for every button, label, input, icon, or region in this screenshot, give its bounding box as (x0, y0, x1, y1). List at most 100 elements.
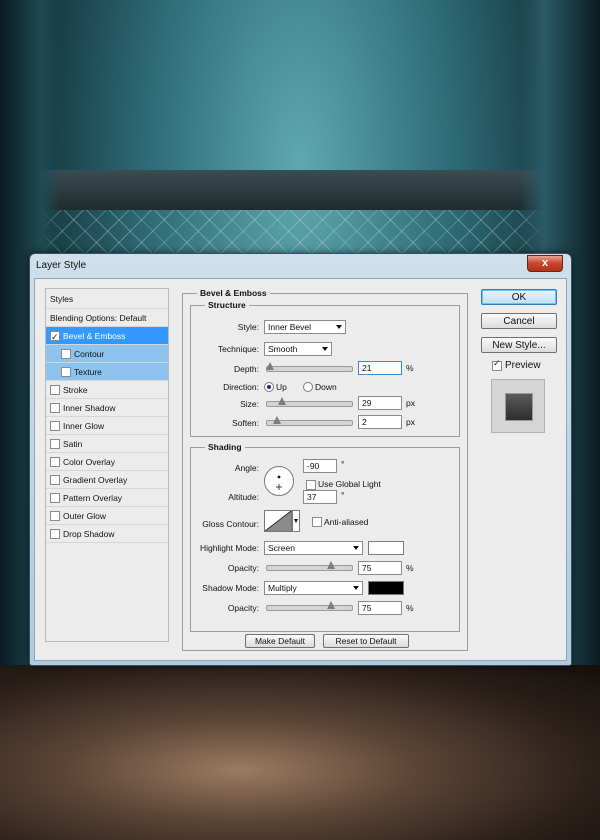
soften-label: Soften: (232, 418, 259, 428)
style-item-stroke[interactable]: Stroke (46, 381, 168, 399)
preview-label: Preview (505, 360, 541, 371)
highlight-mode-dropdown[interactable]: Screen (264, 541, 363, 555)
direction-down-label: Down (315, 382, 337, 392)
angle-unit: ° (341, 459, 345, 469)
cancel-button[interactable]: Cancel (481, 313, 557, 329)
bevel-emboss-checkbox[interactable] (50, 328, 60, 346)
inner-shadow-checkbox[interactable] (50, 403, 60, 413)
gloss-contour-dropdown[interactable] (292, 510, 300, 532)
highlight-opacity-label: Opacity: (227, 563, 259, 573)
altitude-unit: ° (341, 490, 345, 500)
pattern-overlay-checkbox[interactable] (50, 493, 60, 503)
inner-glow-checkbox[interactable] (50, 421, 60, 431)
style-item-pattern-overlay[interactable]: Pattern Overlay (46, 489, 168, 507)
style-label: Style: (237, 322, 259, 332)
title-bar[interactable]: Layer Style x (30, 254, 571, 278)
preview-checkbox[interactable] (492, 358, 502, 371)
style-item-contour[interactable]: Contour (46, 345, 168, 363)
chevron-down-icon (353, 586, 359, 590)
direction-up-radio[interactable] (264, 382, 274, 392)
size-label: Size: (240, 399, 259, 409)
style-item-satin[interactable]: Satin (46, 435, 168, 453)
anti-aliased-checkbox[interactable] (312, 517, 322, 527)
technique-label: Technique: (217, 344, 259, 354)
style-item-gradient-overlay[interactable]: Gradient Overlay (46, 471, 168, 489)
highlight-color-swatch[interactable] (368, 541, 404, 555)
angle-input[interactable]: -90 (303, 459, 337, 473)
shadow-mode-label: Shadow Mode: (202, 583, 259, 593)
gloss-contour-label: Gloss Contour: (202, 519, 259, 529)
shading-group: Shading Angle: -90 ° Use Global Light Al… (190, 442, 460, 632)
slider-thumb[interactable] (273, 416, 281, 424)
satin-checkbox[interactable] (50, 439, 60, 449)
chevron-down-icon (336, 325, 342, 329)
shadow-opacity-slider[interactable] (266, 601, 353, 611)
close-button[interactable]: x (527, 255, 563, 272)
direction-down-radio[interactable] (303, 382, 313, 392)
gradient-overlay-checkbox[interactable] (50, 475, 60, 485)
color-overlay-checkbox[interactable] (50, 457, 60, 467)
style-item-inner-shadow[interactable]: Inner Shadow (46, 399, 168, 417)
size-input[interactable]: 29 (358, 396, 402, 410)
altitude-input[interactable]: 37 (303, 490, 337, 504)
style-item-outer-glow[interactable]: Outer Glow (46, 507, 168, 525)
slider-thumb[interactable] (266, 362, 274, 370)
angle-label: Angle: (234, 463, 259, 473)
outer-glow-checkbox[interactable] (50, 511, 60, 521)
chevron-down-icon (294, 519, 298, 523)
anti-aliased-label: Anti-aliased (324, 517, 369, 527)
bevel-emboss-group: Bevel & Emboss Structure Style: Inner Be… (182, 288, 468, 651)
soften-slider[interactable] (266, 416, 353, 426)
technique-dropdown[interactable]: Smooth (264, 342, 332, 356)
styles-list: Styles Blending Options: Default Bevel &… (45, 288, 169, 642)
background-fists (0, 665, 600, 840)
preview-swatch (505, 393, 533, 421)
depth-unit: % (406, 363, 414, 373)
structure-group: Structure Style: Inner Bevel Technique: … (190, 300, 460, 437)
highlight-opacity-input[interactable]: 75 (358, 561, 402, 575)
shadow-mode-dropdown[interactable]: Multiply (264, 581, 363, 595)
depth-input[interactable]: 21 (358, 361, 402, 375)
blending-options-item[interactable]: Blending Options: Default (46, 309, 168, 327)
style-item-inner-glow[interactable]: Inner Glow (46, 417, 168, 435)
style-item-texture[interactable]: Texture (46, 363, 168, 381)
shadow-opacity-unit: % (406, 603, 414, 613)
stroke-checkbox[interactable] (50, 385, 60, 395)
soften-unit: px (406, 417, 415, 427)
size-slider[interactable] (266, 397, 353, 407)
slider-thumb[interactable] (278, 397, 286, 405)
style-dropdown[interactable]: Inner Bevel (264, 320, 346, 334)
styles-header[interactable]: Styles (46, 289, 168, 309)
shadow-opacity-input[interactable]: 75 (358, 601, 402, 615)
crosshair-icon (276, 475, 282, 490)
reset-to-default-button[interactable]: Reset to Default (323, 634, 409, 648)
style-item-drop-shadow[interactable]: Drop Shadow (46, 525, 168, 543)
altitude-label: Altitude: (228, 492, 259, 502)
style-preview-thumbnail (491, 379, 545, 433)
depth-slider[interactable] (266, 362, 353, 372)
slider-thumb[interactable] (327, 601, 335, 609)
direction-label: Direction: (223, 382, 259, 392)
gloss-contour-picker[interactable] (264, 510, 292, 532)
texture-checkbox[interactable] (61, 367, 71, 377)
slider-thumb[interactable] (327, 561, 335, 569)
depth-label: Depth: (233, 364, 259, 374)
shading-title: Shading (205, 442, 245, 452)
use-global-light-checkbox[interactable] (306, 480, 316, 490)
make-default-button[interactable]: Make Default (245, 634, 315, 648)
angle-dial[interactable] (264, 466, 294, 496)
shadow-color-swatch[interactable] (368, 581, 404, 595)
style-item-color-overlay[interactable]: Color Overlay (46, 453, 168, 471)
new-style-button[interactable]: New Style... (481, 337, 557, 353)
contour-checkbox[interactable] (61, 349, 71, 359)
shadow-opacity-label: Opacity: (227, 603, 259, 613)
size-unit: px (406, 398, 415, 408)
drop-shadow-checkbox[interactable] (50, 529, 60, 539)
highlight-opacity-unit: % (406, 563, 414, 573)
soften-input[interactable]: 2 (358, 415, 402, 429)
ok-button[interactable]: OK (481, 289, 557, 305)
highlight-opacity-slider[interactable] (266, 561, 353, 571)
highlight-mode-label: Highlight Mode: (199, 543, 259, 553)
background-ring-rail (0, 170, 600, 210)
style-item-bevel-emboss[interactable]: Bevel & Emboss (46, 327, 168, 346)
